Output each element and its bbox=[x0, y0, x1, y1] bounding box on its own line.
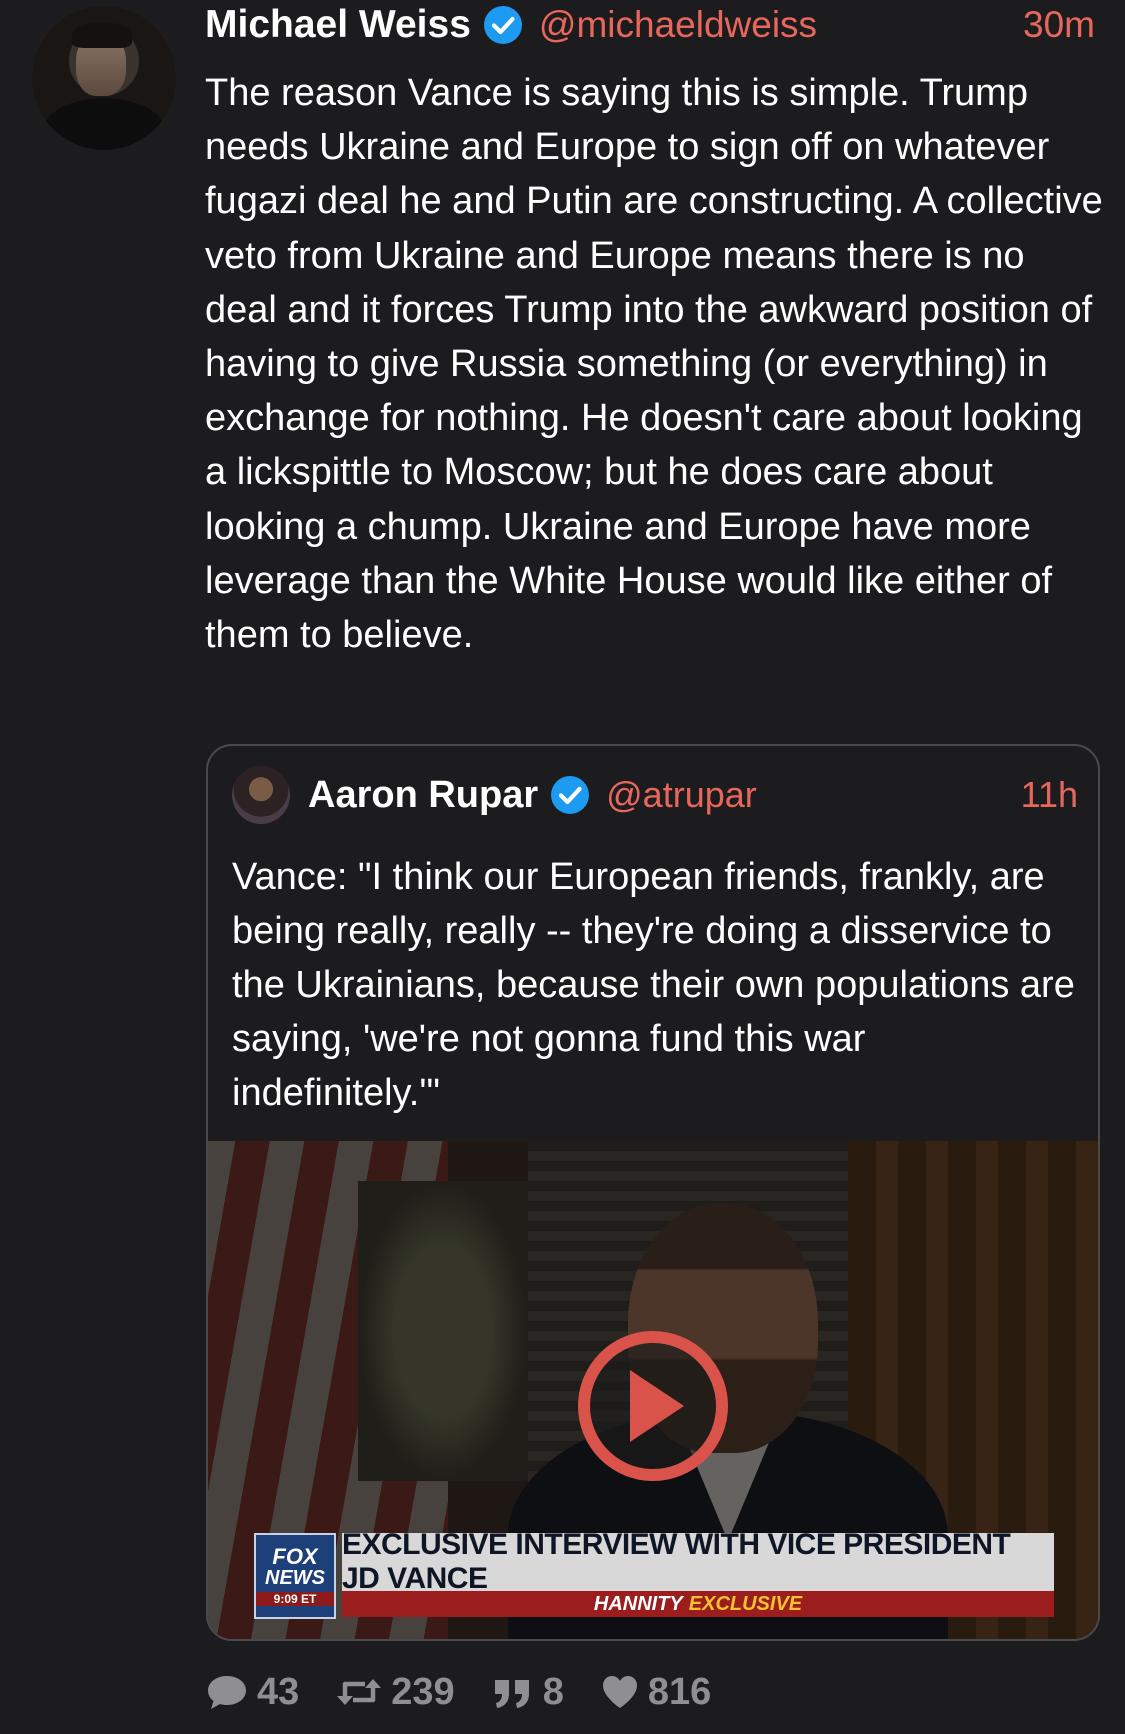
retweet-button[interactable]: 239 bbox=[335, 1670, 455, 1714]
tweet-actions: 43 239 8 816 bbox=[205, 1664, 747, 1720]
like-count: 816 bbox=[647, 1670, 712, 1713]
fox-news-logo: FOX NEWS 9:09 ET bbox=[254, 1533, 336, 1619]
quoted-tweet[interactable]: Aaron Rupar @atrupar 11h Vance: "I think… bbox=[206, 744, 1100, 1641]
chyron-exclusive-label: EXCLUSIVE bbox=[688, 1592, 803, 1615]
quoted-tweet-timestamp[interactable]: 11h bbox=[1021, 774, 1078, 816]
logo-line-1: FOX bbox=[272, 1544, 318, 1569]
tweet-text: The reason Vance is saying this is simpl… bbox=[205, 72, 1103, 657]
logo-time: 9:09 ET bbox=[256, 1592, 334, 1606]
quoted-author-handle[interactable]: @atrupar bbox=[606, 774, 757, 816]
quoted-author-avatar[interactable] bbox=[232, 766, 290, 824]
avatar-body bbox=[42, 98, 166, 150]
play-icon bbox=[630, 1370, 684, 1442]
tweet-timestamp[interactable]: 30m bbox=[1023, 4, 1095, 46]
heart-icon bbox=[602, 1676, 637, 1708]
quote-count: 8 bbox=[542, 1670, 564, 1713]
verified-badge-icon bbox=[550, 775, 590, 815]
like-button[interactable]: 816 bbox=[600, 1671, 711, 1714]
quoted-tweet-text: Vance: "I think our European friends, fr… bbox=[232, 856, 1075, 1114]
quoted-tweet-header: Aaron Rupar @atrupar 11h bbox=[232, 764, 1078, 826]
author-avatar[interactable] bbox=[32, 6, 176, 150]
retweet-icon bbox=[337, 1679, 382, 1705]
play-button[interactable] bbox=[578, 1331, 728, 1481]
quote-button[interactable]: 8 bbox=[491, 1671, 564, 1714]
news-chyron: FOX NEWS 9:09 ET EXCLUSIVE INTERVIEW WIT… bbox=[254, 1528, 1054, 1619]
quote-marks-icon bbox=[494, 1680, 529, 1708]
chyron-subline: HANNITY EXCLUSIVE bbox=[342, 1591, 1054, 1617]
chyron-headline: EXCLUSIVE INTERVIEW WITH VICE PRESIDENT … bbox=[342, 1528, 1054, 1595]
author-handle[interactable]: @michaeldweiss bbox=[539, 4, 817, 46]
retweet-count: 239 bbox=[391, 1670, 455, 1713]
logo-line-2: NEWS bbox=[265, 1567, 325, 1589]
reply-button[interactable]: 43 bbox=[205, 1671, 299, 1714]
reply-count: 43 bbox=[257, 1670, 300, 1713]
tweet-header: Michael Weiss @michaeldweiss 30m bbox=[205, 0, 1095, 50]
chyron-show-name: HANNITY bbox=[593, 1592, 683, 1615]
verified-badge-icon bbox=[483, 5, 523, 45]
reply-bubble-icon bbox=[208, 1676, 246, 1709]
tweet[interactable]: Michael Weiss @michaeldweiss 30m The rea… bbox=[0, 0, 1125, 1734]
author-name[interactable]: Michael Weiss bbox=[205, 3, 471, 47]
quoted-author-name[interactable]: Aaron Rupar bbox=[308, 774, 538, 817]
video-player[interactable]: FOX NEWS 9:09 ET EXCLUSIVE INTERVIEW WIT… bbox=[208, 1141, 1098, 1639]
avatar-hair bbox=[72, 22, 132, 48]
